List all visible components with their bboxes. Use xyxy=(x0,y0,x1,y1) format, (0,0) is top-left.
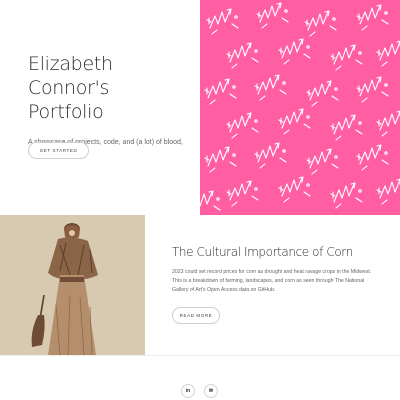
hero-title: Elizabeth Connor's Portfolio xyxy=(28,53,113,123)
email-icon[interactable]: ✉ xyxy=(204,384,218,398)
read-more-button[interactable]: READ MORE xyxy=(172,307,220,324)
costume-figure-image xyxy=(0,215,145,355)
article-body: 2023 could set record prices for corn as… xyxy=(172,269,372,293)
get-started-button[interactable]: GET STARTED xyxy=(28,142,89,159)
article-title: The Cultural Importance of Corn xyxy=(172,245,353,259)
footer-divider xyxy=(0,355,400,356)
hero-section: Elizabeth Connor's Portfolio A showcase … xyxy=(0,0,400,215)
article-text: The Cultural Importance of Corn 2023 cou… xyxy=(172,244,377,295)
hero-pattern-image xyxy=(200,0,400,215)
article-section: The Cultural Importance of Corn 2023 cou… xyxy=(0,215,400,355)
linkedin-icon[interactable]: in xyxy=(181,384,195,398)
footer-social-links: in ✉ xyxy=(181,384,221,399)
squiggle-pattern xyxy=(200,2,400,215)
portfolio-page: Elizabeth Connor's Portfolio A showcase … xyxy=(0,0,400,400)
costume-figure-illustration xyxy=(0,215,145,355)
